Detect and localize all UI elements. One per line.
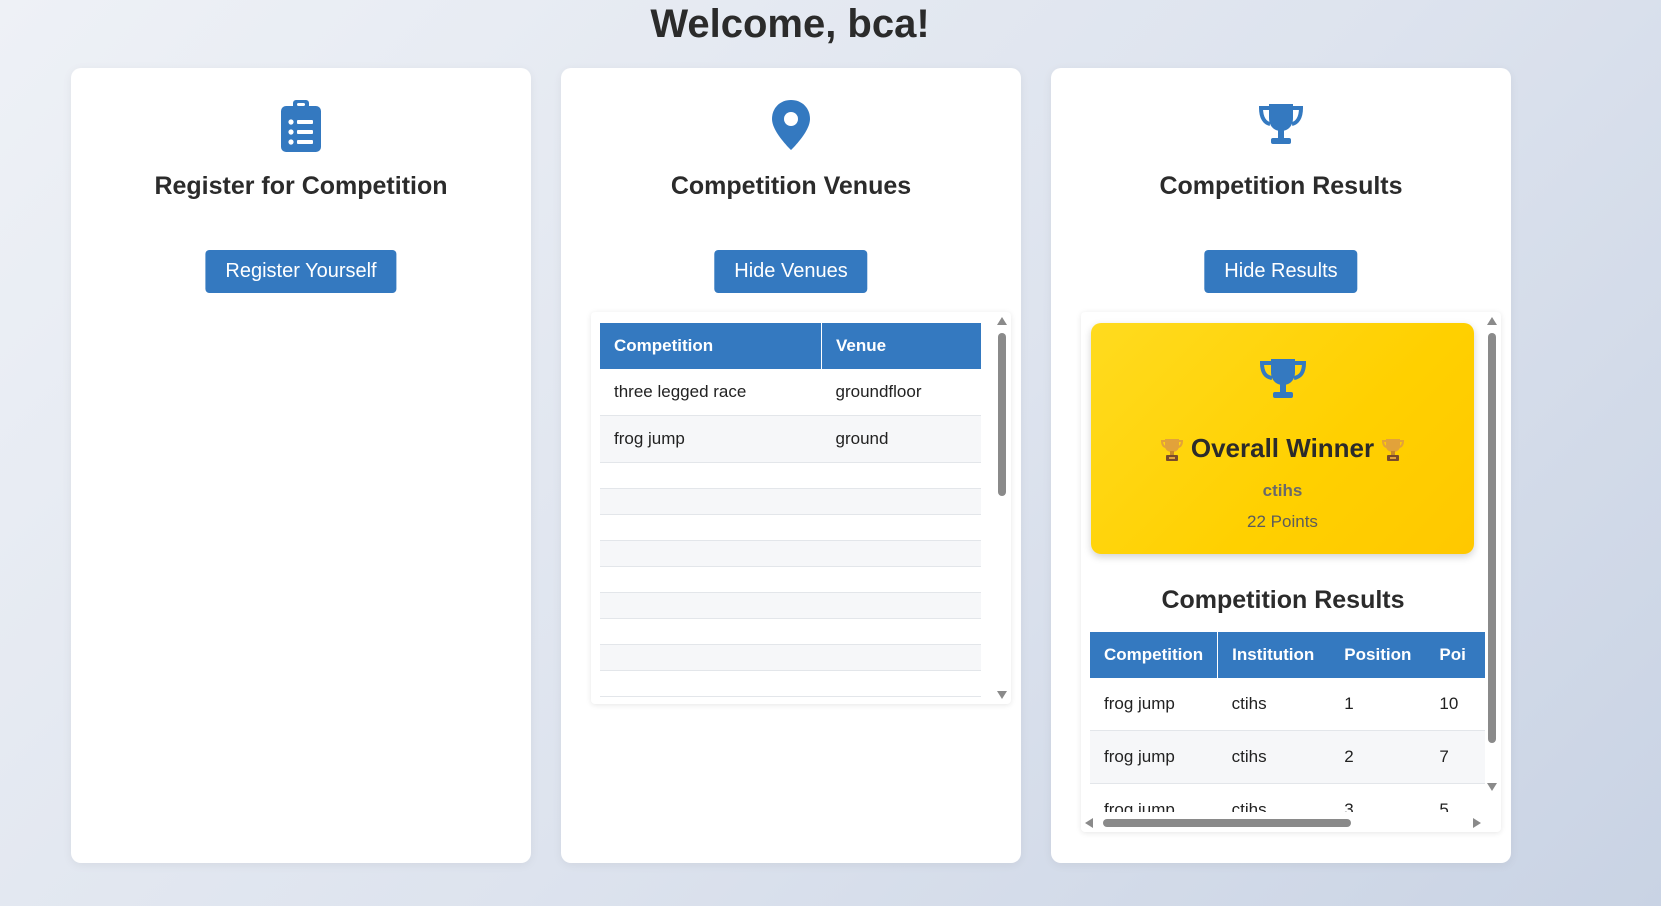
register-yourself-button[interactable]: Register Yourself (205, 250, 397, 293)
table-cell: frog jump (1090, 730, 1218, 784)
hide-results-button[interactable]: Hide Results (1204, 250, 1358, 293)
venues-vertical-scrollbar[interactable] (995, 314, 1009, 702)
table-cell: 3 (1330, 783, 1426, 812)
overall-winner-name: ctihs (1262, 481, 1303, 500)
scroll-up-arrow-icon[interactable] (1487, 317, 1497, 325)
trophy-emoji-icon (1160, 439, 1183, 462)
table-row: frog jump ctihs 1 10 (1090, 678, 1485, 731)
scroll-down-arrow-icon[interactable] (1487, 783, 1497, 791)
empty-table-row (600, 670, 981, 697)
table-header-row: Competition Institution Position Poi (1090, 632, 1485, 678)
scrollbar-thumb[interactable] (1103, 819, 1351, 827)
table-cell: 7 (1425, 730, 1485, 784)
page-title: Welcome, bca! (650, 2, 930, 46)
column-header-position: Position (1330, 632, 1426, 678)
results-table: Competition Institution Position Poi fro… (1090, 632, 1485, 812)
venues-card: Competition Venues Hide Venues Competiti… (561, 68, 1021, 863)
empty-table-row (600, 618, 981, 645)
map-pin-icon (772, 100, 810, 150)
clipboard-list-icon (281, 100, 321, 152)
overall-winner-heading: Overall Winner (1091, 433, 1474, 464)
column-header-competition: Competition (1090, 632, 1219, 678)
table-cell: three legged race (600, 369, 822, 416)
table-cell: frog jump (600, 415, 822, 463)
hide-venues-button[interactable]: Hide Venues (714, 250, 868, 293)
overall-winner-card: Overall Winner ctihs 22 Points (1091, 323, 1474, 554)
table-header-row: Competition Venue (600, 323, 981, 369)
results-scroll-area[interactable]: Overall Winner ctihs 22 Points Competiti… (1081, 312, 1485, 812)
empty-table-row (600, 488, 981, 515)
column-header-institution: Institution (1217, 632, 1331, 678)
table-cell: 1 (1330, 678, 1426, 731)
register-card: Register for Competition Register Yourse… (71, 68, 531, 863)
table-row: frog jump ground (600, 415, 981, 463)
table-cell: 10 (1425, 678, 1485, 731)
scrollbar-thumb[interactable] (998, 333, 1006, 496)
scroll-down-arrow-icon[interactable] (997, 691, 1007, 699)
trophy-icon (1259, 359, 1306, 398)
results-section-title: Competition Results (1161, 586, 1405, 614)
trophy-icon (1258, 104, 1304, 144)
empty-table-row (600, 462, 981, 489)
results-card-title: Competition Results (1159, 172, 1403, 200)
results-panel: Overall Winner ctihs 22 Points Competiti… (1081, 312, 1501, 832)
empty-table-row (600, 566, 981, 593)
empty-table-row (600, 514, 981, 541)
table-row: frog jump ctihs 3 5 (1090, 783, 1485, 812)
register-card-title: Register for Competition (154, 172, 448, 200)
scroll-right-arrow-icon[interactable] (1473, 818, 1481, 828)
empty-table-row (600, 644, 981, 671)
table-cell: 2 (1330, 730, 1426, 784)
empty-table-row (600, 540, 981, 567)
table-cell: ctihs (1217, 783, 1331, 812)
table-row: frog jump ctihs 2 7 (1090, 730, 1485, 784)
table-cell: ctihs (1217, 678, 1331, 731)
column-header-points: Poi (1425, 632, 1485, 678)
table-cell: ctihs (1217, 730, 1331, 784)
venues-table: Competition Venue three legged race grou… (600, 323, 981, 697)
scrollbar-thumb[interactable] (1488, 333, 1496, 743)
table-cell: frog jump (1090, 783, 1218, 812)
results-horizontal-scrollbar[interactable] (1081, 816, 1485, 830)
table-cell: ground (821, 415, 981, 463)
table-cell: frog jump (1090, 678, 1218, 731)
empty-table-row (600, 592, 981, 619)
table-cell: 5 (1425, 783, 1485, 812)
trophy-emoji-icon (1382, 439, 1405, 462)
column-header-competition: Competition (600, 323, 822, 369)
overall-winner-points: 22 Points (1247, 512, 1318, 531)
scroll-up-arrow-icon[interactable] (997, 317, 1007, 325)
scroll-left-arrow-icon[interactable] (1085, 818, 1093, 828)
column-header-venue: Venue (821, 323, 981, 369)
table-cell: groundfloor (821, 369, 981, 416)
table-row: three legged race groundfloor (600, 369, 981, 416)
overall-winner-label: Overall Winner (1190, 433, 1375, 463)
results-vertical-scrollbar[interactable] (1485, 314, 1499, 794)
venues-card-title: Competition Venues (670, 172, 912, 200)
results-card: Competition Results Hide Results Overall… (1051, 68, 1511, 863)
venues-table-panel: Competition Venue three legged race grou… (591, 312, 1011, 704)
